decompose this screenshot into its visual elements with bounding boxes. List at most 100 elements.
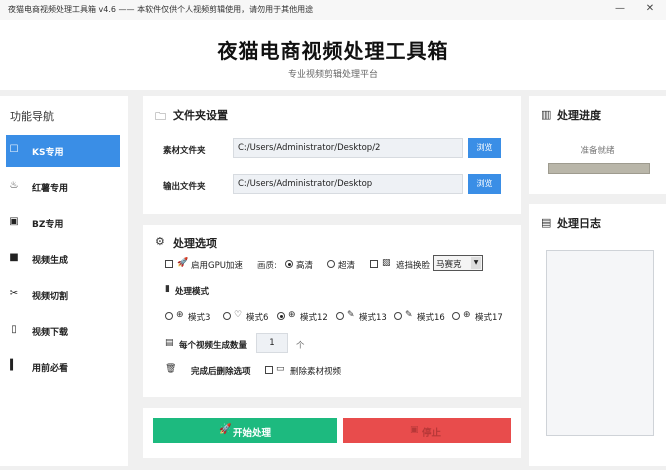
film-icon: ■ bbox=[9, 252, 19, 263]
stop-button[interactable]: ▣ 停止 bbox=[343, 418, 511, 443]
folder-settings-title: 文件夹设置 bbox=[173, 109, 228, 122]
mask-select-value: 马赛克 bbox=[436, 260, 462, 270]
quality-ultra-label: 超清 bbox=[338, 261, 356, 271]
processing-options-panel: ⚙ 处理选项 🚀 启用GPU加速 画质: 高清 超清 ▧ 遮挡换脸 马赛克 ▼ … bbox=[143, 225, 521, 397]
mode-16-label: 模式16 bbox=[417, 313, 445, 323]
delete-icon: ▭ bbox=[276, 364, 285, 374]
progress-title: 处理进度 bbox=[557, 109, 601, 122]
sidebar-item-generate[interactable]: ■ 视频生成 bbox=[6, 243, 120, 275]
mode-title: 处理模式 bbox=[175, 287, 210, 297]
sidebar-item-label: 视频下载 bbox=[32, 328, 69, 338]
stop-label: 停止 bbox=[422, 428, 442, 439]
rocket-icon: 🚀 bbox=[177, 258, 189, 268]
mask-checkbox[interactable] bbox=[370, 260, 378, 268]
sidebar-title: 功能导航 bbox=[10, 110, 54, 123]
window-title: 夜猫电商视频处理工具箱 v4.6 —— 本软件仅供个人视频剪辑使用，请勿用于其他… bbox=[8, 5, 314, 14]
start-button[interactable]: 🚀 开始处理 bbox=[153, 418, 337, 443]
sidebar-item-label: 用前必看 bbox=[32, 364, 69, 374]
close-button[interactable]: ✕ bbox=[642, 2, 658, 16]
sidebar-item-guide[interactable]: ▍ 用前必看 bbox=[6, 351, 120, 383]
mode-16-icon: ✎ bbox=[405, 310, 413, 320]
minimize-button[interactable]: — bbox=[612, 2, 628, 16]
count-label: 每个视频生成数量 bbox=[179, 341, 248, 351]
progress-panel: ▥ 处理进度 准备就绪 bbox=[529, 96, 666, 194]
action-panel: 🚀 开始处理 ▣ 停止 bbox=[143, 408, 521, 458]
sidebar-item-bz[interactable]: ▣ BZ专用 bbox=[6, 207, 120, 239]
mode-17-label: 模式17 bbox=[475, 313, 503, 323]
sidebar: 功能导航 ☐ KS专用 ♨ 红薯专用 ▣ BZ专用 ■ 视频生成 ✂ 视频切割 … bbox=[0, 96, 128, 466]
mode-6-icon: ♡ bbox=[234, 310, 243, 320]
mode-12-radio[interactable] bbox=[277, 312, 285, 320]
folder-icon: 🗀 bbox=[155, 110, 166, 123]
app-header: 夜猫电商视频处理工具箱 专业视频剪辑处理平台 bbox=[0, 20, 666, 90]
app-subtitle: 专业视频剪辑处理平台 bbox=[287, 70, 378, 80]
sidebar-item-ks[interactable]: ☐ KS专用 bbox=[6, 135, 120, 167]
count-icon: ▤ bbox=[165, 338, 174, 348]
progress-bar bbox=[548, 163, 650, 174]
count-input[interactable]: 1 bbox=[256, 333, 288, 353]
log-textarea[interactable] bbox=[546, 250, 654, 436]
folder-settings-panel: 🗀 文件夹设置 素材文件夹 C:/Users/Administrator/Des… bbox=[143, 96, 521, 214]
processing-options-title: 处理选项 bbox=[173, 237, 217, 250]
sidebar-item-label: KS专用 bbox=[32, 148, 64, 158]
sidebar-item-cut[interactable]: ✂ 视频切割 bbox=[6, 279, 120, 311]
quality-ultra-radio[interactable] bbox=[327, 260, 335, 268]
sidebar-item-redbook[interactable]: ♨ 红薯专用 bbox=[6, 171, 120, 203]
start-icon: 🚀 bbox=[219, 424, 232, 435]
log-panel: ▤ 处理日志 bbox=[529, 204, 666, 466]
mode-3-radio[interactable] bbox=[165, 312, 173, 320]
after-complete-label: 完成后删除选项 bbox=[191, 367, 251, 377]
mode-12-label: 模式12 bbox=[300, 313, 328, 323]
info-icon: ▍ bbox=[10, 360, 18, 371]
quality-high-radio[interactable] bbox=[285, 260, 293, 268]
bilibili-icon: ▣ bbox=[9, 216, 19, 227]
mode-3-label: 模式3 bbox=[188, 313, 211, 323]
app-title: 夜猫电商视频处理工具箱 bbox=[217, 39, 449, 63]
delete-source-checkbox[interactable] bbox=[265, 366, 273, 374]
download-icon: ▯ bbox=[11, 324, 17, 335]
mode-17-radio[interactable] bbox=[452, 312, 460, 320]
trash-icon: 🗑 bbox=[165, 364, 177, 374]
sidebar-item-label: BZ专用 bbox=[32, 220, 64, 230]
browse-source-button[interactable]: 浏览 bbox=[468, 138, 501, 158]
stop-icon: ▣ bbox=[410, 425, 419, 435]
quality-label: 画质: bbox=[257, 261, 277, 271]
mask-select[interactable]: 马赛克 ▼ bbox=[433, 255, 483, 271]
sidebar-item-label: 视频切割 bbox=[32, 292, 69, 302]
mode-3-icon: ⊕ bbox=[176, 310, 184, 320]
source-folder-label: 素材文件夹 bbox=[163, 146, 206, 156]
gpu-label: 启用GPU加速 bbox=[191, 261, 243, 271]
output-folder-input[interactable]: C:/Users/Administrator/Desktop bbox=[233, 174, 463, 194]
ks-icon: ☐ bbox=[9, 144, 19, 155]
mode-12-icon: ⊕ bbox=[288, 310, 296, 320]
redbook-icon: ♨ bbox=[9, 180, 19, 191]
output-folder-label: 输出文件夹 bbox=[163, 182, 206, 192]
chevron-down-icon: ▼ bbox=[471, 257, 481, 269]
delete-source-label: 删除素材视频 bbox=[290, 367, 342, 377]
mode-16-radio[interactable] bbox=[394, 312, 402, 320]
gpu-checkbox[interactable] bbox=[165, 260, 173, 268]
count-unit: 个 bbox=[296, 341, 305, 351]
title-bar: 夜猫电商视频处理工具箱 v4.6 —— 本软件仅供个人视频剪辑使用，请勿用于其他… bbox=[0, 0, 666, 20]
mode-13-label: 模式13 bbox=[359, 313, 387, 323]
source-folder-input[interactable]: C:/Users/Administrator/Desktop/2 bbox=[233, 138, 463, 158]
sidebar-item-label: 视频生成 bbox=[32, 256, 69, 266]
progress-status: 准备就绪 bbox=[580, 146, 615, 156]
settings-icon: ⚙ bbox=[155, 235, 165, 248]
log-icon: ▤ bbox=[541, 216, 552, 229]
sidebar-item-label: 红薯专用 bbox=[32, 184, 69, 194]
sidebar-item-download[interactable]: ▯ 视频下载 bbox=[6, 315, 120, 347]
browse-output-button[interactable]: 浏览 bbox=[468, 174, 501, 194]
quality-high-label: 高清 bbox=[296, 261, 314, 271]
mask-icon: ▧ bbox=[382, 258, 391, 268]
chart-icon: ▥ bbox=[541, 108, 552, 121]
mode-17-icon: ⊕ bbox=[463, 310, 471, 320]
scissors-icon: ✂ bbox=[9, 288, 19, 299]
mode-13-icon: ✎ bbox=[347, 310, 355, 320]
log-title: 处理日志 bbox=[557, 217, 601, 230]
mode-13-radio[interactable] bbox=[336, 312, 344, 320]
mask-label: 遮挡换脸 bbox=[396, 261, 431, 271]
mode-6-radio[interactable] bbox=[223, 312, 231, 320]
mode-6-label: 模式6 bbox=[246, 313, 269, 323]
start-label: 开始处理 bbox=[233, 428, 272, 439]
